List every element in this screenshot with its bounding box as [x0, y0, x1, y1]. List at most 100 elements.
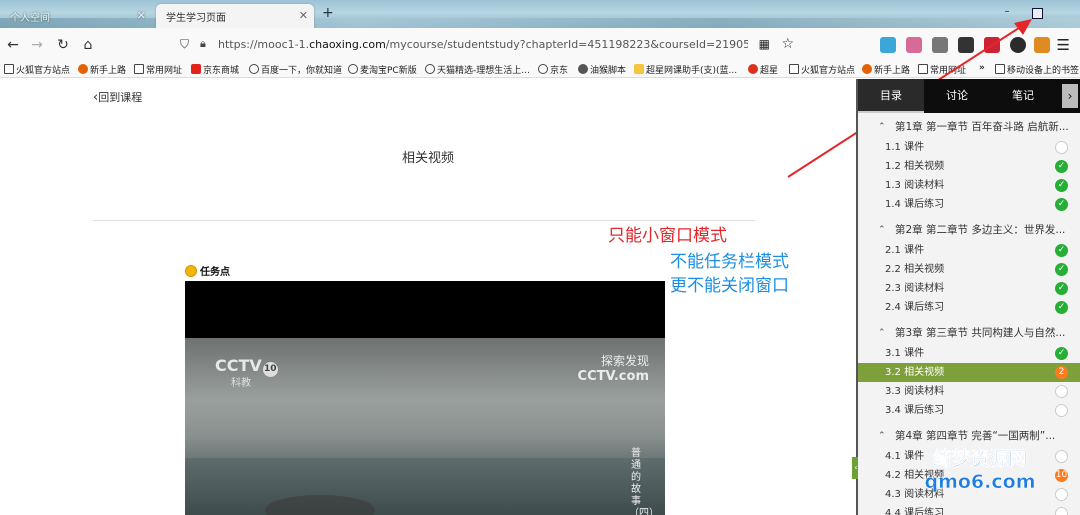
check-icon: ✓ — [1055, 244, 1068, 257]
bookmark-item[interactable]: 新手上路 — [78, 63, 126, 76]
qr-code-icon[interactable]: ▦ — [759, 37, 770, 51]
tracking-shield-icon[interactable]: ⛉ — [180, 37, 189, 52]
check-icon: ✓ — [1055, 179, 1068, 192]
bookmark-item[interactable]: 京东 — [538, 63, 568, 76]
chevron-up-icon: ⌃ — [878, 225, 886, 235]
lesson-item[interactable]: 3.1 课件 ✓ — [858, 344, 1080, 363]
tab-catalog[interactable]: 目录 — [858, 79, 924, 113]
check-icon: ✓ — [1055, 263, 1068, 276]
check-icon: ✓ — [1055, 301, 1068, 314]
bookmark-item[interactable]: 麦淘宝PC新版 — [348, 63, 417, 76]
lesson-label: 1.2 相关视频 — [885, 161, 945, 172]
video-player[interactable]: CCTV10 科教 探索发现 CCTV.com 普通的故事（四） — [185, 281, 665, 515]
chapter-header[interactable]: ⌃ 第1章 第一章节 百年奋斗路 启航新... — [858, 117, 1080, 138]
lesson-label: 3.4 课后练习 — [885, 405, 945, 416]
url-text[interactable]: https://mooc1-1.chaoxing.com/mycourse/st… — [218, 38, 748, 51]
video-sea — [185, 458, 665, 515]
url-domain: chaoxing.com — [309, 38, 386, 51]
tab-label: 学生学习页面 — [166, 13, 226, 24]
episode-title: 普通的故事（四） — [629, 448, 659, 515]
check-icon: ✓ — [1055, 347, 1068, 360]
lock-icon[interactable]: 🔒︎ — [200, 37, 206, 51]
bookmark-label: 常用网址 — [146, 66, 183, 76]
bookmark-label: 新手上路 — [90, 66, 127, 76]
monkey-icon — [578, 64, 588, 74]
chapter-header[interactable]: ⌃ 第2章 第二章节 多边主义：世界发... — [858, 220, 1080, 241]
task-point-label: 任务点 — [185, 263, 230, 278]
back-icon[interactable]: ← — [4, 36, 22, 54]
bookmark-label: 天猫精选-理想生活上... — [437, 66, 530, 76]
globe-icon — [249, 64, 259, 74]
lesson-label: 1.1 课件 — [885, 142, 925, 153]
globe-icon — [348, 64, 358, 74]
lesson-item[interactable]: 1.4 课后练习 ✓ — [858, 195, 1080, 214]
home-icon[interactable]: ⌂ — [79, 36, 97, 54]
lesson-label: 3.1 课件 — [885, 348, 925, 359]
new-tab-button[interactable]: + — [322, 5, 334, 21]
bookmark-item[interactable]: 超星网课助手(支)(蓝... — [634, 63, 737, 76]
bookmark-item[interactable]: 常用网址 — [134, 63, 182, 76]
chevron-up-icon: ⌃ — [878, 122, 886, 132]
bookmark-item[interactable]: 油猴脚本 — [578, 63, 626, 76]
program-brand: 探索发现 CCTV.com — [578, 352, 649, 384]
check-icon: ✓ — [1055, 282, 1068, 295]
watermark-title: 绮梦资源网 — [932, 448, 1028, 471]
close-icon[interactable]: ✕ — [137, 9, 146, 22]
lesson-item[interactable]: 3.4 课后练习 — [858, 401, 1080, 420]
tab-student-study[interactable]: 学生学习页面 ✕ — [156, 4, 314, 28]
lesson-item-current[interactable]: 3.2 相关视频 2 — [858, 363, 1080, 382]
channel-name: 科教 — [231, 378, 251, 389]
url-prefix: https://mooc1-1. — [218, 38, 310, 51]
back-to-course-link[interactable]: ‹回到课程 — [93, 89, 142, 105]
chapter-title: 第3章 第三章节 共同构建人与自然... — [895, 327, 1066, 339]
bookmark-label: 油猴脚本 — [590, 66, 627, 76]
lesson-label: 2.3 阅读材料 — [885, 283, 945, 294]
bookmark-label: 超星 — [760, 66, 779, 76]
forward-icon[interactable]: → — [28, 36, 46, 54]
status-badge — [1055, 141, 1068, 154]
chapter-title: 第2章 第二章节 多边主义：世界发... — [895, 224, 1066, 236]
lesson-label: 1.4 课后练习 — [885, 199, 945, 210]
lesson-item[interactable]: 1.1 课件 — [858, 138, 1080, 157]
tab-discussion[interactable]: 讨论 — [924, 79, 990, 113]
close-icon[interactable]: ✕ — [299, 9, 308, 22]
lesson-item[interactable]: 2.1 课件 ✓ — [858, 241, 1080, 260]
chevron-right-icon[interactable]: › — [1062, 84, 1078, 108]
status-badge — [1055, 385, 1068, 398]
annotation-small-window-only: 只能小窗口模式 — [608, 226, 727, 246]
bookmark-item[interactable]: 天猫精选-理想生活上... — [425, 63, 530, 76]
check-icon: ✓ — [1055, 160, 1068, 173]
tab-personal-space[interactable]: 个人空间 ✕ — [0, 4, 152, 28]
lesson-item[interactable]: 2.4 课后练习 ✓ — [858, 298, 1080, 317]
lesson-item[interactable]: 2.2 相关视频 ✓ — [858, 260, 1080, 279]
lesson-item[interactable]: 3.3 阅读材料 — [858, 382, 1080, 401]
reload-icon[interactable]: ↻ — [54, 36, 72, 54]
check-icon: ✓ — [1055, 198, 1068, 211]
bookmark-item[interactable]: 火狐官方站点 — [4, 63, 70, 76]
address-bar[interactable]: ⛉ 🔒︎ https://mooc1-1.chaoxing.com/mycour… — [170, 33, 810, 57]
lesson-label: 3.2 相关视频 — [885, 367, 945, 378]
bookmark-label: 京东 — [550, 66, 569, 76]
lesson-item[interactable]: 1.2 相关视频 ✓ — [858, 157, 1080, 176]
tab-notes[interactable]: 笔记 — [990, 79, 1056, 113]
lesson-item[interactable]: 4.4 课后练习 — [858, 504, 1080, 515]
program-site: CCTV.com — [577, 369, 649, 384]
status-badge — [1055, 404, 1068, 417]
channel-logo-text: CCTV — [215, 356, 262, 375]
lesson-label: 2.1 课件 — [885, 245, 925, 256]
bookmark-item[interactable]: 京东商城 — [191, 63, 239, 76]
lesson-item[interactable]: 1.3 阅读材料 ✓ — [858, 176, 1080, 195]
bookmark-label: 麦淘宝PC新版 — [360, 66, 417, 76]
lesson-label: 2.4 课后练习 — [885, 302, 945, 313]
status-badge — [1055, 507, 1068, 515]
bookmark-item[interactable]: 百度一下，你就知道 — [249, 63, 342, 76]
chevron-up-icon: ⌃ — [878, 328, 886, 338]
hamburger-menu-icon[interactable]: ☰ — [1057, 36, 1070, 54]
chapter-header[interactable]: ⌃ 第3章 第三章节 共同构建人与自然... — [858, 323, 1080, 344]
chapter-title: 第1章 第一章节 百年奋斗路 启航新... — [895, 121, 1069, 133]
lesson-item[interactable]: 2.3 阅读材料 ✓ — [858, 279, 1080, 298]
site-watermark: 绮梦资源网 qmo6.com — [882, 444, 1078, 494]
bookmark-label: 百度一下，你就知道 — [261, 66, 343, 76]
bookmark-item[interactable]: 超星 — [748, 63, 778, 76]
lesson-label: 3.3 阅读材料 — [885, 386, 945, 397]
